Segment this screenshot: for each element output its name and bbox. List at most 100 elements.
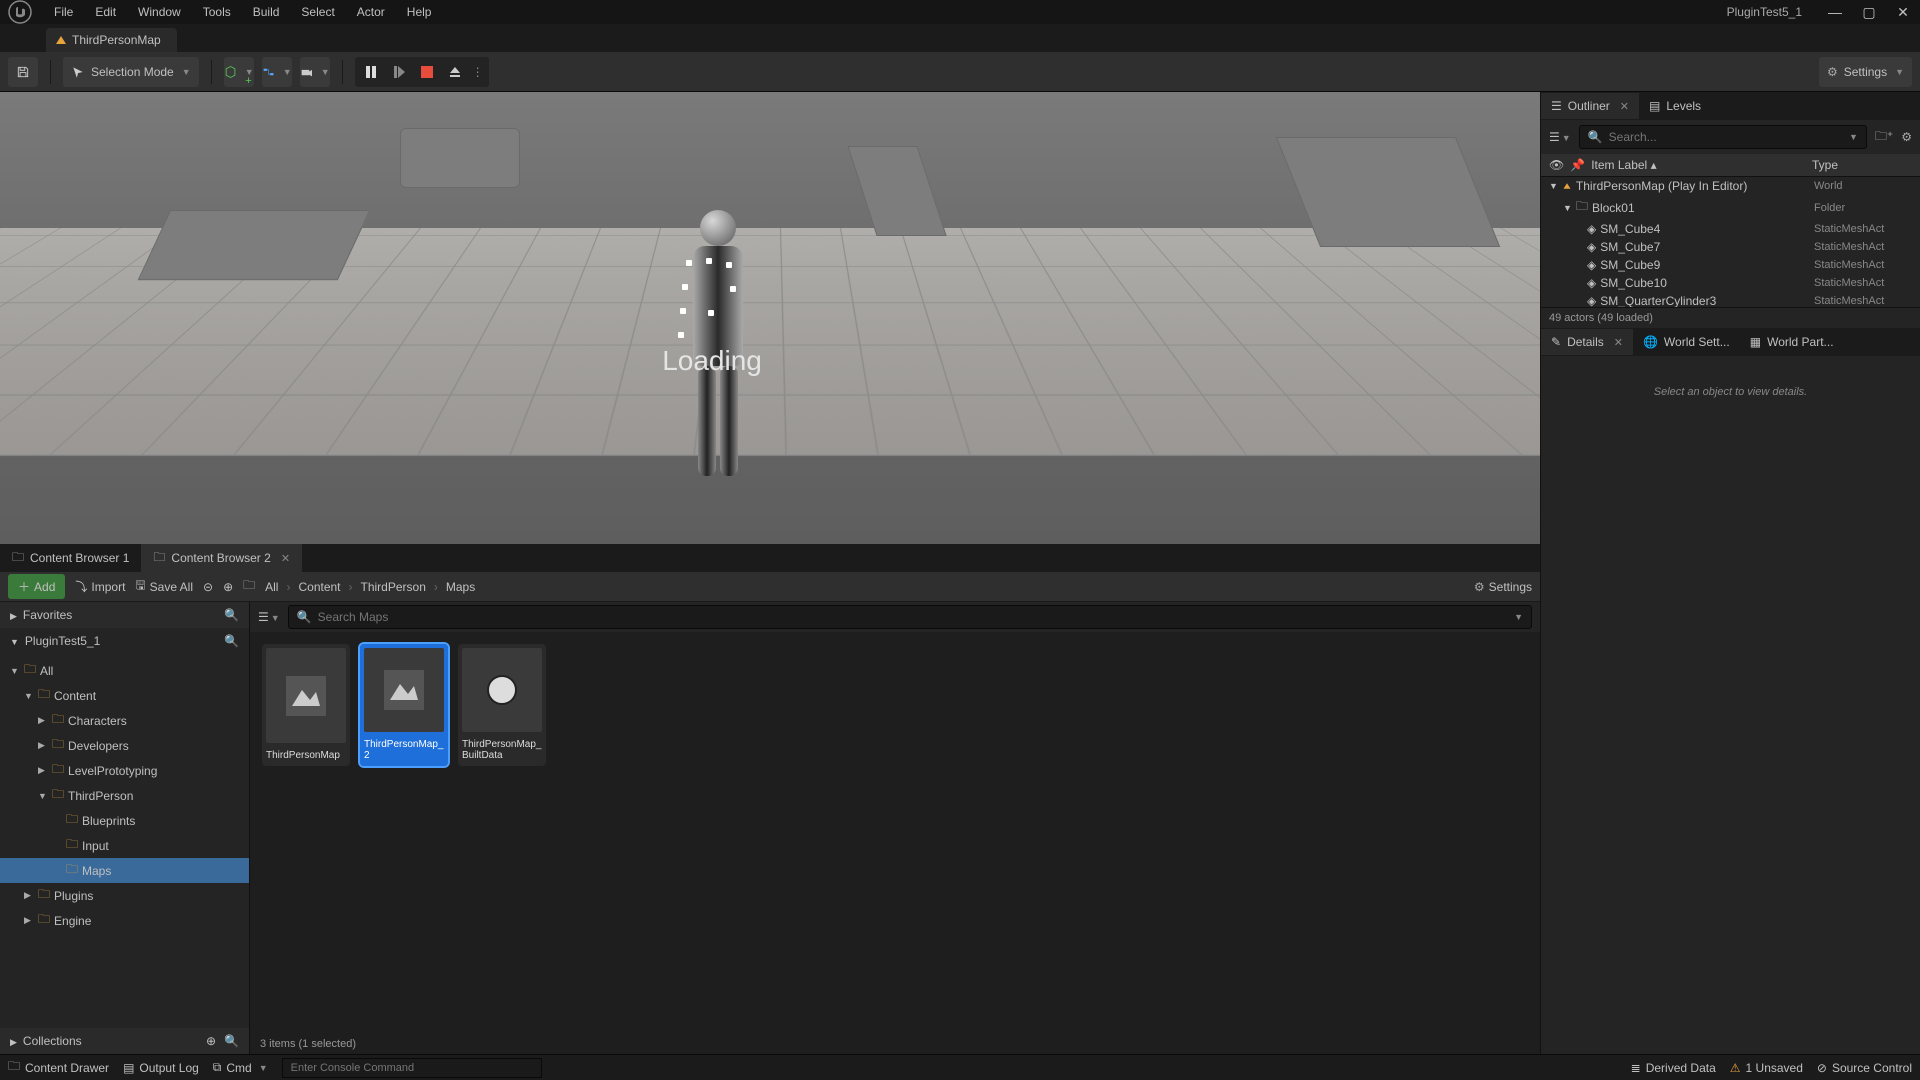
menu-select[interactable]: Select <box>291 1 344 23</box>
folder-icon: 🗀 <box>1576 197 1588 218</box>
outliner-item[interactable]: ◈SM_Cube10StaticMeshAct <box>1541 274 1920 292</box>
add-label: Add <box>34 580 55 594</box>
column-item-label[interactable]: Item Label ▴ <box>1591 158 1656 172</box>
save-button[interactable] <box>8 57 38 87</box>
derived-data-button[interactable]: ≣Derived Data <box>1631 1061 1716 1075</box>
menu-window[interactable]: Window <box>128 1 191 23</box>
outliner-item[interactable]: ◈SM_Cube7StaticMeshAct <box>1541 238 1920 256</box>
import-icon: ⤵ <box>75 578 87 595</box>
asset-grid: ThirdPersonMap ThirdPersonMap_2 ThirdPer… <box>250 632 1540 1034</box>
outliner-search-input[interactable] <box>1609 130 1841 144</box>
asset-item[interactable]: ThirdPersonMap_2 <box>360 644 448 766</box>
breadcrumb-item[interactable]: Maps <box>446 580 475 594</box>
sources-tree: ▼🗀All ▼🗀Content ▶🗀Characters ▶🗀Developer… <box>0 654 249 1028</box>
outliner-item[interactable]: ◈SM_QuarterCylinder3StaticMeshAct <box>1541 292 1920 307</box>
frame-advance-button[interactable] <box>385 59 413 85</box>
selection-mode-dropdown[interactable]: Selection Mode ▼ <box>63 57 199 87</box>
minimize-button[interactable]: — <box>1818 0 1852 24</box>
tree-node-levelproto[interactable]: ▶🗀LevelPrototyping <box>0 758 249 783</box>
chevron-down-icon[interactable]: ▼ <box>1514 612 1523 622</box>
history-back-button[interactable]: ⊝ <box>203 580 213 594</box>
menu-edit[interactable]: Edit <box>85 1 126 23</box>
close-tab-icon[interactable]: ✕ <box>281 552 290 565</box>
filter-button[interactable]: ☰▼ <box>1549 130 1571 144</box>
breadcrumb-item[interactable]: ThirdPerson <box>361 580 426 594</box>
project-header[interactable]: ▼PluginTest5_1 🔍 <box>0 628 249 654</box>
globe-icon: 🌐 <box>1643 335 1658 349</box>
content-browser-tab-1[interactable]: 🗀 Content Browser 1 <box>0 542 141 575</box>
add-content-button[interactable]: + ▼ <box>224 57 254 87</box>
tree-node-blueprints[interactable]: 🗀Blueprints <box>0 808 249 833</box>
filter-button[interactable]: ☰▼ <box>258 610 280 624</box>
asset-item[interactable]: ThirdPersonMap_BuiltData <box>458 644 546 766</box>
close-tab-icon[interactable]: ✕ <box>1620 100 1629 113</box>
asset-item[interactable]: ThirdPersonMap <box>262 644 350 766</box>
add-button[interactable]: ＋ Add <box>8 574 65 599</box>
tree-node-plugins[interactable]: ▶🗀Plugins <box>0 883 249 908</box>
unsaved-button[interactable]: ⚠1 Unsaved <box>1730 1061 1803 1075</box>
cmd-dropdown[interactable]: ⧉Cmd▼ <box>213 1060 268 1075</box>
close-button[interactable]: ✕ <box>1886 0 1920 24</box>
eject-button[interactable] <box>441 59 469 85</box>
outliner-toolbar: ☰▼ 🔍 ▼ 🗀⁺ ⚙ <box>1541 120 1920 154</box>
outliner-item[interactable]: ◈SM_Cube4StaticMeshAct <box>1541 220 1920 238</box>
tree-node-input[interactable]: 🗀Input <box>0 833 249 858</box>
outliner-root[interactable]: ▼ThirdPersonMap (Play In Editor) World <box>1541 177 1920 195</box>
cinematics-button[interactable]: ▼ <box>300 57 330 87</box>
content-drawer-button[interactable]: 🗀Content Drawer <box>8 1057 109 1078</box>
console-input[interactable] <box>282 1058 542 1078</box>
stop-button[interactable] <box>413 59 441 85</box>
menu-file[interactable]: File <box>44 1 83 23</box>
pin-icon[interactable]: 📌 <box>1570 158 1585 172</box>
search-icon[interactable]: 🔍 <box>224 1034 239 1048</box>
content-browser-tab-2[interactable]: 🗀 Content Browser 2 ✕ <box>141 542 302 575</box>
outliner-item[interactable]: ◈SM_Cube9StaticMeshAct <box>1541 256 1920 274</box>
levels-tab[interactable]: ▤ Levels <box>1639 93 1711 119</box>
tree-node-engine[interactable]: ▶🗀Engine <box>0 908 249 933</box>
outliner-tab[interactable]: ☰ Outliner ✕ <box>1541 93 1639 119</box>
favorites-header[interactable]: ▶Favorites 🔍 <box>0 602 249 628</box>
asset-search-input[interactable] <box>318 610 1506 624</box>
save-all-button[interactable]: 🖫 Save All <box>135 576 193 597</box>
collections-header[interactable]: ▶Collections ⊕🔍 <box>0 1028 249 1054</box>
tree-node-content[interactable]: ▼🗀Content <box>0 683 249 708</box>
blueprint-button[interactable]: ▼ <box>262 57 292 87</box>
tree-node-characters[interactable]: ▶🗀Characters <box>0 708 249 733</box>
viewport[interactable]: Loading <box>0 92 1540 544</box>
outliner-folder[interactable]: ▼🗀Block01 Folder <box>1541 195 1920 220</box>
world-settings-tab[interactable]: 🌐 World Sett... <box>1633 329 1740 355</box>
history-forward-button[interactable]: ⊕ <box>223 580 233 594</box>
tree-node-thirdperson[interactable]: ▼🗀ThirdPerson <box>0 783 249 808</box>
chevron-down-icon[interactable]: ▼ <box>1849 132 1858 142</box>
menu-build[interactable]: Build <box>243 1 290 23</box>
tree-node-developers[interactable]: ▶🗀Developers <box>0 733 249 758</box>
breadcrumb-item[interactable]: All <box>265 580 278 594</box>
world-partition-tab[interactable]: ▦ World Part... <box>1740 329 1844 355</box>
breadcrumb-item[interactable]: Content <box>298 580 340 594</box>
settings-button[interactable]: ⚙ Settings ▼ <box>1819 57 1912 87</box>
menu-help[interactable]: Help <box>397 1 442 23</box>
search-icon[interactable]: 🔍 <box>224 608 239 622</box>
import-button[interactable]: ⤵ Import <box>75 578 125 595</box>
maximize-button[interactable]: ▢ <box>1852 0 1886 24</box>
eye-icon[interactable]: 👁 <box>1549 158 1564 172</box>
tree-node-all[interactable]: ▼🗀All <box>0 658 249 683</box>
folder-icon[interactable]: 🗀 <box>243 576 255 597</box>
search-icon[interactable]: 🔍 <box>224 634 239 648</box>
details-tab[interactable]: ✎ Details ✕ <box>1541 329 1633 355</box>
menu-actor[interactable]: Actor <box>347 1 395 23</box>
play-options-button[interactable]: ⋮ <box>469 59 487 85</box>
grid-icon: ▦ <box>1750 335 1761 349</box>
tree-node-maps[interactable]: 🗀Maps <box>0 858 249 883</box>
pause-button[interactable] <box>357 59 385 85</box>
column-type[interactable]: Type <box>1812 158 1912 172</box>
output-log-button[interactable]: ▤Output Log <box>123 1061 199 1075</box>
gear-icon[interactable]: ⚙ <box>1901 130 1912 144</box>
menu-tools[interactable]: Tools <box>193 1 241 23</box>
content-settings-button[interactable]: ⚙ Settings <box>1474 580 1532 594</box>
new-folder-button[interactable]: 🗀⁺ <box>1875 127 1893 148</box>
document-tab[interactable]: ThirdPersonMap <box>46 28 177 52</box>
source-control-button[interactable]: ⊘Source Control <box>1817 1061 1912 1075</box>
close-tab-icon[interactable]: ✕ <box>1614 336 1623 349</box>
add-collection-icon[interactable]: ⊕ <box>206 1034 216 1048</box>
